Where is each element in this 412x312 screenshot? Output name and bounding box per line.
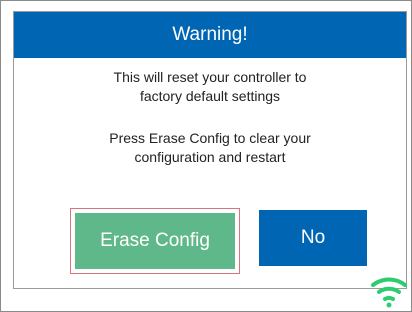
wifi-icon — [371, 277, 407, 308]
dialog-title: Warning! — [14, 12, 406, 58]
no-button[interactable]: No — [259, 210, 367, 266]
warning-dialog: Warning! This will reset your controller… — [13, 11, 407, 289]
erase-config-button[interactable]: Erase Config — [75, 213, 235, 269]
erase-instruction-line-2: configuration and restart — [134, 149, 286, 165]
reset-warning-line-1: This will reset your controller to — [113, 69, 307, 85]
reset-warning-message: This will reset your controller to facto… — [14, 68, 406, 106]
device-screen: Warning! This will reset your controller… — [0, 0, 412, 312]
erase-instruction-message: Press Erase Config to clear your configu… — [14, 129, 406, 167]
reset-warning-line-2: factory default settings — [139, 88, 281, 104]
erase-instruction-line-1: Press Erase Config to clear your — [109, 130, 311, 146]
